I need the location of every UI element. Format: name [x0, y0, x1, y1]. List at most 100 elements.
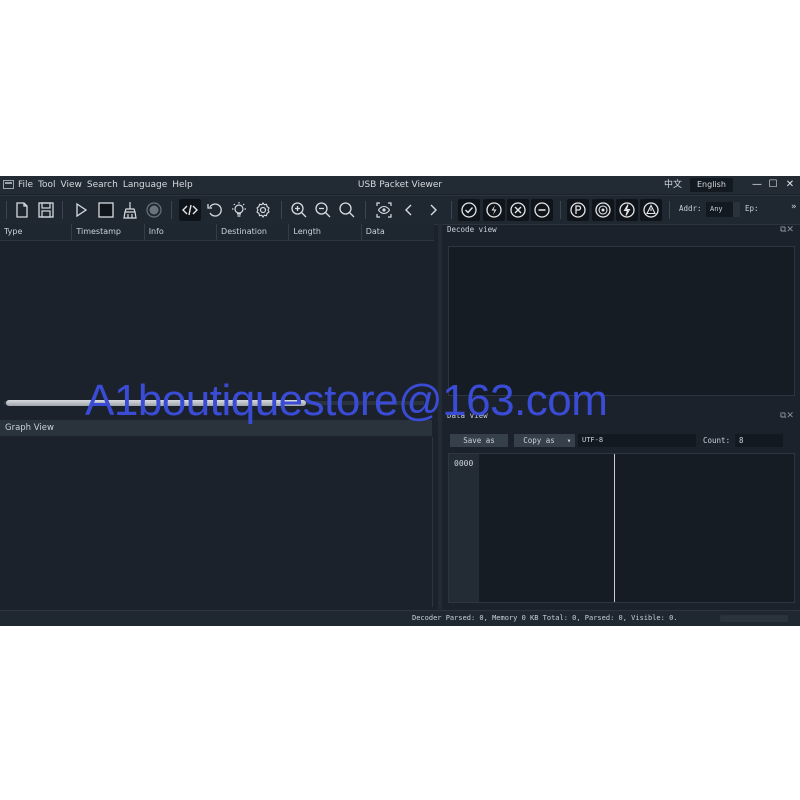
highlight-button[interactable] [228, 199, 250, 221]
open-file-button[interactable] [11, 199, 33, 221]
filter-power-button[interactable] [616, 199, 638, 221]
search-icon [339, 202, 355, 218]
hex-view-area[interactable]: 0000 [448, 453, 795, 603]
status-bar: Decoder Parsed: 0, Memory 0 KB Total: 0,… [0, 610, 800, 626]
save-button[interactable] [35, 199, 57, 221]
title-bar: File Tool View Search Language Help USB … [0, 176, 800, 194]
copy-as-button[interactable]: Copy as [514, 434, 564, 447]
zoom-in-icon [291, 202, 307, 218]
stop-capture-button[interactable] [95, 199, 117, 221]
hex-divider [614, 454, 615, 602]
menu-tool[interactable]: Tool [38, 180, 55, 190]
open-file-icon [16, 202, 28, 218]
minus-circle-icon [534, 202, 550, 218]
record-button[interactable] [143, 199, 165, 221]
x-circle-icon [510, 202, 526, 218]
status-text: Decoder Parsed: 0, Memory 0 KB Total: 0,… [412, 614, 678, 622]
warning-circle-icon [643, 202, 659, 218]
toolbar-separator [560, 201, 561, 219]
toolbar: Addr: Any Ep: » [0, 195, 800, 225]
filter-sof-button[interactable] [592, 199, 614, 221]
clear-button[interactable] [119, 199, 141, 221]
menu-search[interactable]: Search [87, 180, 118, 190]
column-length[interactable]: Length [289, 224, 362, 240]
chevron-right-icon [430, 204, 437, 216]
gear-icon [256, 202, 270, 218]
column-timestamp[interactable]: Timestamp [72, 224, 145, 240]
previous-button[interactable] [398, 199, 420, 221]
encoding-select[interactable]: UTF-8 [578, 434, 696, 447]
toolbar-separator [171, 201, 172, 219]
toolbar-overflow-button[interactable]: » [791, 202, 796, 212]
count-label: Count: [703, 436, 731, 445]
check-circle-icon [461, 202, 477, 218]
column-data[interactable]: Data [362, 224, 434, 240]
filter-nyet-button[interactable] [531, 199, 553, 221]
toolbar-separator [365, 201, 366, 219]
packet-table-header: Type Timestamp Info Destination Length D… [0, 224, 434, 241]
decode-view-area[interactable] [448, 246, 795, 396]
next-button[interactable] [422, 199, 444, 221]
zoom-out-icon [315, 202, 331, 218]
toolbar-separator [669, 201, 670, 219]
addr-label: Addr: [679, 204, 702, 213]
zoom-fit-button[interactable] [336, 199, 358, 221]
app-icon [3, 180, 14, 189]
refresh-button[interactable] [204, 199, 226, 221]
view-filter-button[interactable] [373, 199, 395, 221]
minimize-button[interactable]: — [750, 176, 764, 194]
bolt-circle-icon [619, 202, 635, 218]
watermark-text: A1boutiquestore@163.com [85, 376, 608, 425]
stop-icon [98, 202, 114, 218]
broom-icon [123, 202, 137, 219]
menu-file[interactable]: File [18, 180, 33, 190]
save-as-button[interactable]: Save as [450, 434, 508, 447]
hex-offset: 0000 [454, 459, 474, 468]
signal-circle-icon [595, 202, 611, 218]
menu-view[interactable]: View [61, 180, 82, 190]
language-english-button[interactable]: English [690, 178, 733, 192]
toolbar-separator [62, 201, 63, 219]
chevron-left-icon [405, 204, 412, 216]
record-icon [146, 202, 162, 218]
filter-stall-button[interactable] [507, 199, 529, 221]
decode-view-float-icon[interactable]: ⧉✕ [780, 225, 798, 235]
column-info[interactable]: Info [145, 224, 218, 240]
data-view-float-icon[interactable]: ⧉✕ [780, 411, 798, 421]
refresh-icon [207, 203, 222, 217]
menu-bar: File Tool View Search Language Help [18, 176, 198, 194]
maximize-button[interactable]: ☐ [766, 176, 780, 194]
zoom-out-button[interactable] [312, 199, 334, 221]
menu-help[interactable]: Help [172, 180, 193, 190]
column-type[interactable]: Type [0, 224, 73, 240]
graph-view-area[interactable] [0, 437, 433, 607]
start-capture-button[interactable] [70, 199, 92, 221]
hex-offset-column: 0000 [449, 454, 479, 602]
address-input[interactable]: Any [706, 202, 736, 217]
filter-nak-button[interactable] [483, 199, 505, 221]
lightbulb-icon [232, 202, 246, 217]
toolbar-separator [281, 201, 282, 219]
copy-as-dropdown-icon[interactable]: ▾ [563, 434, 575, 447]
status-progress-bar [720, 615, 788, 622]
toolbar-separator [451, 201, 452, 219]
filter-error-button[interactable] [640, 199, 662, 221]
settings-button[interactable] [252, 199, 274, 221]
p-badge-icon [570, 202, 586, 218]
column-destination[interactable]: Destination [217, 224, 290, 240]
lightning-circle-icon [486, 202, 502, 218]
language-chinese-button[interactable]: 中文 [664, 176, 682, 194]
endpoint-label: Ep: [745, 204, 759, 213]
play-icon [76, 202, 88, 218]
close-button[interactable]: ✕ [783, 176, 797, 194]
filter-ack-button[interactable] [458, 199, 480, 221]
decode-view-title: Decode view [447, 225, 497, 234]
eye-icon [376, 202, 392, 218]
address-spinner[interactable] [733, 202, 740, 217]
filter-ping-button[interactable] [567, 199, 589, 221]
zoom-in-button[interactable] [288, 199, 310, 221]
toolbar-separator [6, 201, 7, 219]
code-view-button[interactable] [179, 199, 201, 221]
menu-language[interactable]: Language [123, 180, 167, 190]
count-input[interactable]: 8 [735, 434, 783, 447]
